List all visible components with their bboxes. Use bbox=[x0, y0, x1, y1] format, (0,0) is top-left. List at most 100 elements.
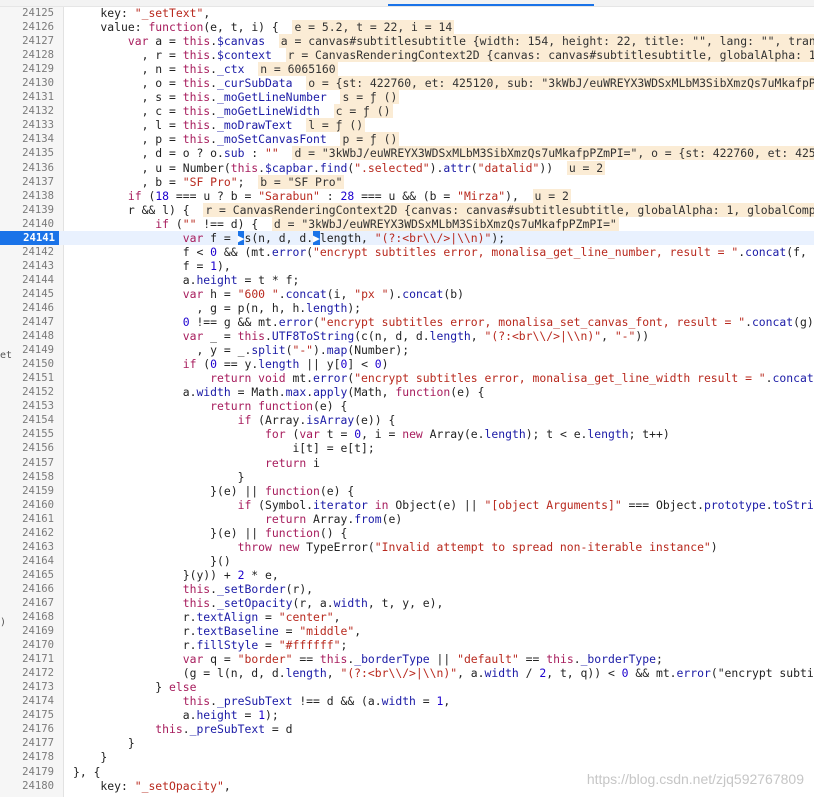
line-number[interactable]: 24163 bbox=[0, 540, 54, 554]
line-number[interactable]: 24141 bbox=[0, 230, 59, 245]
code-line[interactable]: 24151 return void mt.error("encrypt subt… bbox=[0, 371, 814, 385]
line-number[interactable]: 24162 bbox=[0, 526, 54, 540]
code-line[interactable]: 24143 f = 1), bbox=[0, 259, 814, 273]
code-line[interactable]: 24175 a.height = 1); bbox=[0, 708, 814, 722]
code-line[interactable]: 24152 a.width = Math.max.apply(Math, fun… bbox=[0, 385, 814, 399]
line-number[interactable]: 24153 bbox=[0, 399, 54, 413]
line-number[interactable]: 24175 bbox=[0, 708, 54, 722]
code-line[interactable]: 24147 0 !== g && mt.error("encrypt subti… bbox=[0, 315, 814, 329]
code-line[interactable]: 24164 }() bbox=[0, 554, 814, 568]
line-number[interactable]: 24151 bbox=[0, 371, 54, 385]
line-number[interactable]: 24165 bbox=[0, 568, 54, 582]
code-line[interactable]: 24134 , p = this._moSetCanvasFont p = ƒ … bbox=[0, 132, 814, 147]
code-line[interactable]: 24158 } bbox=[0, 470, 814, 484]
line-number[interactable]: 24142 bbox=[0, 245, 54, 259]
line-number[interactable]: 24179 bbox=[0, 765, 54, 779]
code-line[interactable]: 24127 var a = this.$canvas a = canvas#su… bbox=[0, 34, 814, 49]
code-line[interactable]: 24131 , s = this._moGetLineNumber s = ƒ … bbox=[0, 90, 814, 105]
line-number[interactable]: 24155 bbox=[0, 427, 54, 441]
code-line[interactable]: 24149 , y = _.split("-").map(Number); bbox=[0, 343, 814, 357]
line-number[interactable]: 24148 bbox=[0, 329, 54, 343]
code-line[interactable]: 24148 var _ = this.UTF8ToString(c(n, d, … bbox=[0, 329, 814, 343]
line-number[interactable]: 24154 bbox=[0, 413, 54, 427]
line-number[interactable]: 24171 bbox=[0, 652, 54, 666]
line-number[interactable]: 24137 bbox=[0, 175, 54, 189]
line-number[interactable]: 24135 bbox=[0, 146, 54, 160]
code-line[interactable]: 24169 r.textBaseline = "middle", bbox=[0, 624, 814, 638]
code-line[interactable]: 24135 , d = o ? o.sub : "" d = "3kWbJ/eu… bbox=[0, 146, 814, 161]
code-line[interactable]: 24136 , u = Number(this.$capbar.find(".s… bbox=[0, 160, 814, 175]
code-line[interactable]: 24162 }(e) || function() { bbox=[0, 526, 814, 540]
current-code-line[interactable]: 24141 var f = ▶s(n, d, d.▶length, "(?:<b… bbox=[0, 230, 814, 245]
code-line[interactable]: 24132 , c = this._moGetLineWidth c = ƒ (… bbox=[0, 104, 814, 119]
code-line[interactable]: 24160 if (Symbol.iterator in Object(e) |… bbox=[0, 498, 814, 512]
line-number[interactable]: 24147 bbox=[0, 315, 54, 329]
code-line[interactable]: 24170 r.fillStyle = "#ffffff"; bbox=[0, 638, 814, 652]
code-line[interactable]: 24163 throw new TypeError("Invalid attem… bbox=[0, 540, 814, 554]
line-number[interactable]: 24161 bbox=[0, 512, 54, 526]
line-number[interactable]: 24160 bbox=[0, 498, 54, 512]
code-line[interactable]: 24154 if (Array.isArray(e)) { bbox=[0, 413, 814, 427]
line-number[interactable]: 24144 bbox=[0, 273, 54, 287]
line-number[interactable]: 24170 bbox=[0, 638, 54, 652]
code-line[interactable]: 24129 , n = this._ctx n = 6065160 bbox=[0, 62, 814, 77]
line-number[interactable]: 24173 bbox=[0, 680, 54, 694]
code-line[interactable]: 24144 a.height = t * f; bbox=[0, 273, 814, 287]
code-line[interactable]: 24138 if (18 === u ? b = "Sarabun" : 28 … bbox=[0, 188, 814, 203]
code-line[interactable]: 24128 , r = this.$context r = CanvasRend… bbox=[0, 48, 814, 63]
line-number[interactable]: 24156 bbox=[0, 441, 54, 455]
code-editor[interactable]: 24125 key: "_setText", 24126 value: funct… bbox=[0, 6, 814, 797]
line-number[interactable]: 24129 bbox=[0, 62, 54, 76]
line-number[interactable]: 24172 bbox=[0, 666, 54, 680]
line-number[interactable]: 24168 bbox=[0, 610, 54, 624]
line-number[interactable]: 24131 bbox=[0, 90, 54, 104]
line-number[interactable]: 24143 bbox=[0, 259, 54, 273]
line-number[interactable]: 24138 bbox=[0, 189, 54, 203]
line-number[interactable]: 24140 bbox=[0, 217, 54, 231]
code-line[interactable]: 24171 var q = "border" == this._borderTy… bbox=[0, 652, 814, 666]
code-line[interactable]: 24177 } bbox=[0, 736, 814, 750]
line-number[interactable]: 24133 bbox=[0, 118, 54, 132]
line-number[interactable]: 24127 bbox=[0, 34, 54, 48]
code-line[interactable]: 24165 }(y)) + 2 * e, bbox=[0, 568, 814, 582]
line-number[interactable]: 24152 bbox=[0, 385, 54, 399]
code-line[interactable]: 24166 this._setBorder(r), bbox=[0, 582, 814, 596]
code-line[interactable]: 24140 if ("" !== d) { d = "3kWbJ/euWREYX… bbox=[0, 216, 814, 231]
code-line[interactable]: 24125 key: "_setText", bbox=[0, 6, 814, 20]
line-number[interactable]: 24169 bbox=[0, 624, 54, 638]
line-number[interactable]: 24132 bbox=[0, 104, 54, 118]
line-number[interactable]: 24139 bbox=[0, 203, 54, 217]
line-number[interactable]: 24178 bbox=[0, 750, 54, 764]
line-number[interactable]: 24146 bbox=[0, 301, 54, 315]
line-number[interactable]: 24164 bbox=[0, 554, 54, 568]
line-number[interactable]: 24136 bbox=[0, 161, 54, 175]
line-number[interactable]: 24180 bbox=[0, 779, 54, 793]
line-number[interactable]: 24176 bbox=[0, 722, 54, 736]
code-line[interactable]: 24153 return function(e) { bbox=[0, 399, 814, 413]
line-number[interactable]: 24125 bbox=[0, 6, 54, 20]
line-number[interactable]: 24158 bbox=[0, 470, 54, 484]
code-line[interactable]: 24145 var h = "600 ".concat(i, "px ").co… bbox=[0, 287, 814, 301]
code-line[interactable]: 24150 if (0 == y.length || y[0] < 0) bbox=[0, 357, 814, 371]
code-line[interactable]: 24168 r.textAlign = "center", bbox=[0, 610, 814, 624]
code-line[interactable]: 24139 r && l) { r = CanvasRenderingConte… bbox=[0, 202, 814, 217]
code-line[interactable]: 24173 } else bbox=[0, 680, 814, 694]
line-number[interactable]: 24177 bbox=[0, 736, 54, 750]
code-line[interactable]: 24167 this._setOpacity(r, a.width, t, y,… bbox=[0, 596, 814, 610]
code-line[interactable]: 24161 return Array.from(e) bbox=[0, 512, 814, 526]
code-line[interactable]: 24172 (g = l(n, d, d.length, "(?:<br\\/>… bbox=[0, 666, 814, 680]
code-line[interactable]: 24157 return i bbox=[0, 456, 814, 470]
line-number[interactable]: 24126 bbox=[0, 20, 54, 34]
line-number[interactable]: 24130 bbox=[0, 76, 54, 90]
code-line[interactable]: 24159 }(e) || function(e) { bbox=[0, 484, 814, 498]
line-number[interactable]: 24128 bbox=[0, 48, 54, 62]
code-line[interactable]: 24174 this._preSubText !== d && (a.width… bbox=[0, 694, 814, 708]
code-line[interactable]: 24142 f < 0 && (mt.error("encrypt subtit… bbox=[0, 245, 814, 259]
code-line[interactable]: 24156 i[t] = e[t]; bbox=[0, 441, 814, 455]
code-line[interactable]: 24176 this._preSubText = d bbox=[0, 722, 814, 736]
code-line[interactable]: 24178 } bbox=[0, 750, 814, 764]
code-line[interactable]: 24155 for (var t = 0, i = new Array(e.le… bbox=[0, 427, 814, 441]
line-number[interactable]: 24166 bbox=[0, 582, 54, 596]
code-line[interactable]: 24126 value: function(e, t, i) { e = 5.2… bbox=[0, 20, 814, 35]
line-number[interactable]: 24174 bbox=[0, 694, 54, 708]
